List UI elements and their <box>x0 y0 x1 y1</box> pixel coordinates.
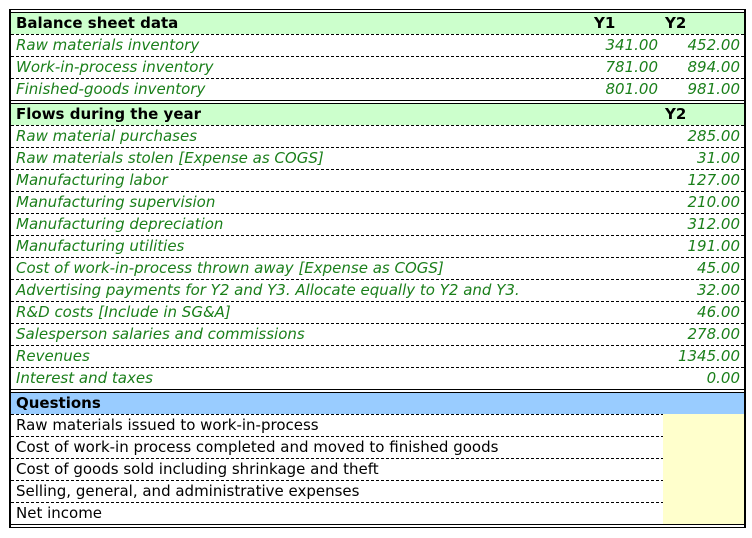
answer-cell[interactable] <box>663 458 744 480</box>
table-row[interactable]: Raw materials inventory 341.00 452.00 <box>11 34 744 56</box>
row-label: Finished-goods inventory <box>16 80 206 98</box>
table-row[interactable]: Work-in-process inventory 781.00 894.00 <box>11 56 744 78</box>
value-y2[interactable]: 31.00 <box>697 148 740 169</box>
value-y2[interactable]: 1345.00 <box>678 346 740 367</box>
row-label: Interest and taxes <box>16 369 153 387</box>
question-row[interactable]: Cost of work-in process completed and mo… <box>11 436 744 458</box>
row-label: Raw materials stolen [Expense as COGS] <box>16 149 324 167</box>
value-y2[interactable]: 45.00 <box>697 258 740 279</box>
value-y2[interactable]: 981.00 <box>688 79 741 100</box>
table-row[interactable]: Raw materials stolen [Expense as COGS] 3… <box>11 147 744 169</box>
table-row[interactable]: Raw material purchases 285.00 <box>11 125 744 147</box>
question-row[interactable]: Cost of goods sold including shrinkage a… <box>11 458 744 480</box>
column-header-y2: Y2 <box>665 14 687 32</box>
value-y2[interactable]: 46.00 <box>697 302 740 323</box>
value-y2[interactable]: 127.00 <box>688 170 741 191</box>
row-label: Manufacturing utilities <box>16 237 185 255</box>
row-label: Raw material purchases <box>16 127 198 145</box>
question-row[interactable]: Raw materials issued to work-in-process <box>11 414 744 436</box>
flows-header: Flows during the year Y2 <box>11 104 744 125</box>
value-y1[interactable]: 341.00 <box>606 35 659 56</box>
question-label: Cost of goods sold including shrinkage a… <box>16 460 379 478</box>
row-label: Work-in-process inventory <box>16 58 214 76</box>
value-y1[interactable]: 781.00 <box>606 57 659 78</box>
value-y2[interactable]: 278.00 <box>688 324 741 345</box>
answer-cell[interactable] <box>663 436 744 458</box>
table-row[interactable]: Cost of work-in-process thrown away [Exp… <box>11 257 744 279</box>
row-label: Manufacturing depreciation <box>16 215 224 233</box>
question-label: Cost of work-in process completed and mo… <box>16 438 499 456</box>
table-row[interactable]: Advertising payments for Y2 and Y3. Allo… <box>11 279 744 301</box>
row-label: R&D costs [Include in SG&A] <box>16 303 231 321</box>
column-header-y1: Y1 <box>594 14 616 32</box>
row-label: Revenues <box>16 347 90 365</box>
value-y2[interactable]: 0.00 <box>707 368 740 389</box>
answer-cell[interactable] <box>663 502 744 524</box>
table-row[interactable]: Manufacturing supervision 210.00 <box>11 191 744 213</box>
value-y2[interactable]: 32.00 <box>697 280 740 301</box>
balance-sheet-section: Balance sheet data Y1 Y2 Raw materials i… <box>11 9 744 100</box>
table-row[interactable]: R&D costs [Include in SG&A] 46.00 <box>11 301 744 323</box>
section-title: Balance sheet data <box>16 14 179 32</box>
row-label: Salesperson salaries and commissions <box>16 325 305 343</box>
value-y2[interactable]: 210.00 <box>688 192 741 213</box>
balance-sheet-header: Balance sheet data Y1 Y2 <box>11 13 744 34</box>
question-label: Raw materials issued to work-in-process <box>16 416 319 434</box>
value-y2[interactable]: 894.00 <box>688 57 741 78</box>
question-label: Selling, general, and administrative exp… <box>16 482 360 500</box>
table-row[interactable]: Salesperson salaries and commissions 278… <box>11 323 744 345</box>
question-label: Net income <box>16 504 103 522</box>
row-label: Cost of work-in-process thrown away [Exp… <box>16 259 444 277</box>
table-row[interactable]: Finished-goods inventory 801.00 981.00 <box>11 78 744 100</box>
value-y2[interactable]: 452.00 <box>688 35 741 56</box>
table-row[interactable]: Manufacturing utilities 191.00 <box>11 235 744 257</box>
section-title: Questions <box>16 394 101 412</box>
table-row[interactable]: Revenues 1345.00 <box>11 345 744 367</box>
answer-cell[interactable] <box>663 480 744 502</box>
section-title: Flows during the year <box>16 105 202 123</box>
spreadsheet: Balance sheet data Y1 Y2 Raw materials i… <box>9 9 746 528</box>
table-row[interactable]: Manufacturing depreciation 312.00 <box>11 213 744 235</box>
row-label: Advertising payments for Y2 and Y3. Allo… <box>16 281 520 299</box>
row-label: Raw materials inventory <box>16 36 200 54</box>
value-y2[interactable]: 285.00 <box>688 126 741 147</box>
questions-header: Questions <box>11 393 744 414</box>
question-row[interactable]: Selling, general, and administrative exp… <box>11 480 744 502</box>
questions-section: Questions Raw materials issued to work-i… <box>11 389 744 528</box>
value-y1[interactable]: 801.00 <box>606 79 659 100</box>
value-y2[interactable]: 312.00 <box>688 214 741 235</box>
row-label: Manufacturing labor <box>16 171 168 189</box>
table-row[interactable]: Interest and taxes 0.00 <box>11 367 744 389</box>
table-row[interactable]: Manufacturing labor 127.00 <box>11 169 744 191</box>
flows-section: Flows during the year Y2 Raw material pu… <box>11 100 744 389</box>
answer-cell[interactable] <box>663 414 744 436</box>
column-header-y2: Y2 <box>665 105 687 123</box>
row-label: Manufacturing supervision <box>16 193 216 211</box>
value-y2[interactable]: 191.00 <box>688 236 741 257</box>
question-row[interactable]: Net income <box>11 502 744 524</box>
